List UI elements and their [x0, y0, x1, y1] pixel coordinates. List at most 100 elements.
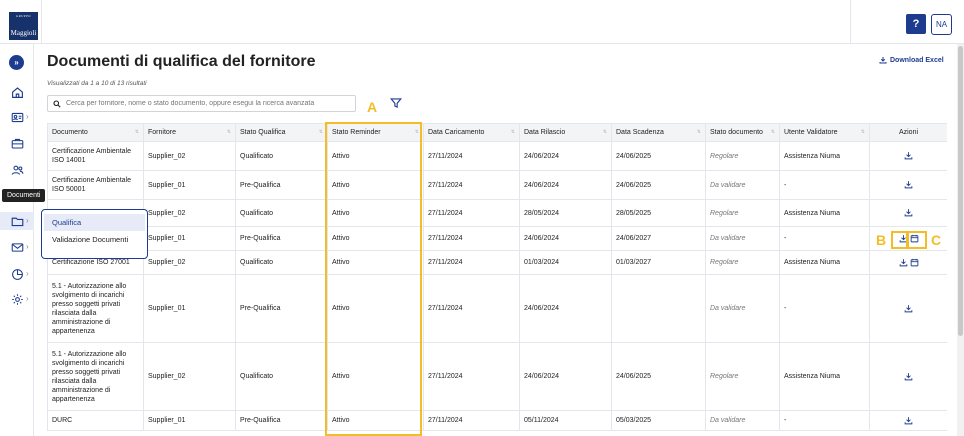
column-header[interactable]: Azioni [869, 123, 947, 142]
download-icon[interactable] [904, 372, 913, 381]
gear-icon [11, 293, 23, 305]
column-header[interactable]: Data Rilascio ⇅ [519, 123, 612, 142]
cell-upload: 27/11/2024 [423, 250, 520, 275]
sidebar-item-users[interactable] [0, 161, 34, 179]
cell-actions [869, 410, 947, 431]
sidebar-item-reports[interactable]: › [0, 265, 34, 283]
user-avatar[interactable]: NA [931, 14, 952, 35]
sort-icon[interactable]: ⇅ [511, 129, 515, 135]
chevron-right-icon: › [26, 112, 29, 121]
cell-release: 24/06/2024 [519, 170, 612, 200]
sort-icon[interactable]: ⇅ [771, 129, 775, 135]
cell-qual: Pre-Qualifica [235, 170, 328, 200]
table-row[interactable]: DURC Supplier_01 Pre-Qualifica Attivo 27/11/… [47, 410, 947, 431]
column-header[interactable]: Data Caricamento ⇅ [423, 123, 520, 142]
column-header[interactable]: Fornitore ⇅ [143, 123, 236, 142]
filter-button[interactable] [389, 96, 403, 114]
table-row[interactable]: Certificazione Ambientale ISO 14001 Suppl… [47, 141, 947, 171]
download-icon [879, 57, 887, 64]
download-icon[interactable] [899, 258, 908, 267]
calendar-icon[interactable] [910, 258, 919, 267]
cell-doc: Certificazione Ambientale ISO 50001 [47, 170, 144, 200]
sort-icon[interactable]: ⇅ [697, 129, 701, 135]
chevron-right-icon: › [26, 242, 29, 251]
download-icon[interactable] [904, 180, 913, 189]
download-icon[interactable] [904, 416, 913, 425]
cell-expiry: 24/06/2027 [611, 226, 706, 251]
download-excel-button[interactable]: Download Excel [879, 56, 944, 64]
column-header-label: Data Rilascio [524, 129, 566, 136]
column-header[interactable]: Data Scadenza ⇅ [611, 123, 706, 142]
search-box[interactable] [47, 95, 356, 112]
logo-text: Maggioli [10, 29, 37, 37]
table-row[interactable]: Certificazione ISO 27001 Supplier_02 Quali… [47, 250, 947, 275]
cell-validator: Assistenza Niuma [779, 141, 870, 171]
download-icon[interactable] [904, 304, 913, 313]
sort-icon[interactable]: ⇅ [861, 129, 865, 135]
cell-validator: Assistenza Niuma [779, 199, 870, 227]
cell-expiry: 28/05/2025 [611, 199, 706, 227]
table-row[interactable]: 5.1 - Autorizzazione allo svolgimento di… [47, 274, 947, 343]
logo-group-text: GRUPPO [16, 14, 31, 18]
divider [850, 0, 851, 44]
column-header[interactable]: Stato documento ⇅ [705, 123, 780, 142]
results-count: Visualizzati da 1 a 10 di 13 risultati [47, 80, 147, 87]
cell-release: 24/06/2024 [519, 226, 612, 251]
download-icon[interactable] [904, 208, 913, 217]
table-row[interactable]: Supplier_01 Pre-Qualifica Attivo 27/11/2024… [47, 226, 947, 251]
page-title: Documenti di qualifica del fornitore [47, 53, 316, 70]
cell-qual: Qualificato [235, 199, 328, 227]
documents-table: Documento ⇅ Fornitore ⇅ Stato Qualifica ⇅ Stat… [47, 123, 947, 431]
cell-upload: 27/11/2024 [423, 170, 520, 200]
cell-doc-status: Da validare [705, 226, 780, 251]
sidebar-item-registry[interactable]: › [0, 108, 34, 126]
table-header-row: Documento ⇅ Fornitore ⇅ Stato Qualifica ⇅ Stat… [47, 123, 947, 142]
cell-upload: 27/11/2024 [423, 342, 520, 411]
download-icon[interactable] [904, 151, 913, 160]
column-header-label: Documento [52, 129, 88, 136]
sort-icon[interactable]: ⇅ [319, 129, 323, 135]
cell-upload: 27/11/2024 [423, 410, 520, 431]
column-header[interactable]: Utente Validatore ⇅ [779, 123, 870, 142]
highlight-download-action [891, 231, 908, 249]
table-row[interactable]: 5.1 - Autorizzazione allo svolgimento di… [47, 342, 947, 411]
cell-doc: 5.1 - Autorizzazione allo svolgimento di… [47, 342, 144, 411]
submenu-item-validazione-documenti[interactable]: Validazione Documenti [44, 231, 145, 248]
cell-upload: 27/11/2024 [423, 141, 520, 171]
sort-icon[interactable]: ⇅ [135, 129, 139, 135]
users-icon [11, 165, 23, 175]
sort-icon[interactable]: ⇅ [603, 129, 607, 135]
help-button[interactable]: ? [906, 14, 926, 34]
sidebar-item-settings[interactable]: › [0, 290, 34, 308]
sidebar-item-messages[interactable]: › [0, 238, 34, 256]
column-header-label: Data Scadenza [616, 129, 664, 136]
maggioli-logo[interactable]: GRUPPO Maggioli [9, 12, 38, 40]
chart-pie-icon [11, 268, 23, 280]
cell-upload: 27/11/2024 [423, 226, 520, 251]
top-bar: GRUPPO Maggioli ? NA [0, 0, 964, 44]
scrollbar-thumb[interactable] [958, 46, 963, 336]
home-icon [11, 86, 23, 98]
table-row[interactable]: Certificazione AmbientaleSupplier_02Qual… [47, 199, 947, 227]
sidebar-item-suppliers[interactable] [0, 134, 34, 152]
expand-sidebar-button[interactable]: » [9, 55, 24, 70]
cell-validator: - [779, 226, 870, 251]
cell-release: 24/06/2024 [519, 141, 612, 171]
page-scrollbar[interactable] [957, 44, 964, 436]
sort-icon[interactable]: ⇅ [227, 129, 231, 135]
search-input[interactable] [66, 100, 346, 107]
cell-doc-status: Regolare [705, 342, 780, 411]
divider [41, 0, 42, 44]
table-row[interactable]: Certificazione Ambientale ISO 50001 Suppl… [47, 170, 947, 200]
submenu-item-qualifica[interactable]: Qualifica [44, 214, 145, 231]
column-header-label: Fornitore [148, 129, 177, 136]
column-header[interactable]: Stato Qualifica ⇅ [235, 123, 328, 142]
sidebar-item-home[interactable] [0, 83, 34, 101]
cell-doc-status: Da validare [705, 410, 780, 431]
column-header[interactable]: Documento ⇅ [47, 123, 144, 142]
cell-qual: Qualificato [235, 342, 328, 411]
cell-actions [869, 170, 947, 200]
column-header-label: Utente Validatore [784, 129, 838, 136]
cell-supplier: Supplier_02 [143, 199, 236, 227]
sidebar-item-documents[interactable]: › [0, 212, 34, 230]
